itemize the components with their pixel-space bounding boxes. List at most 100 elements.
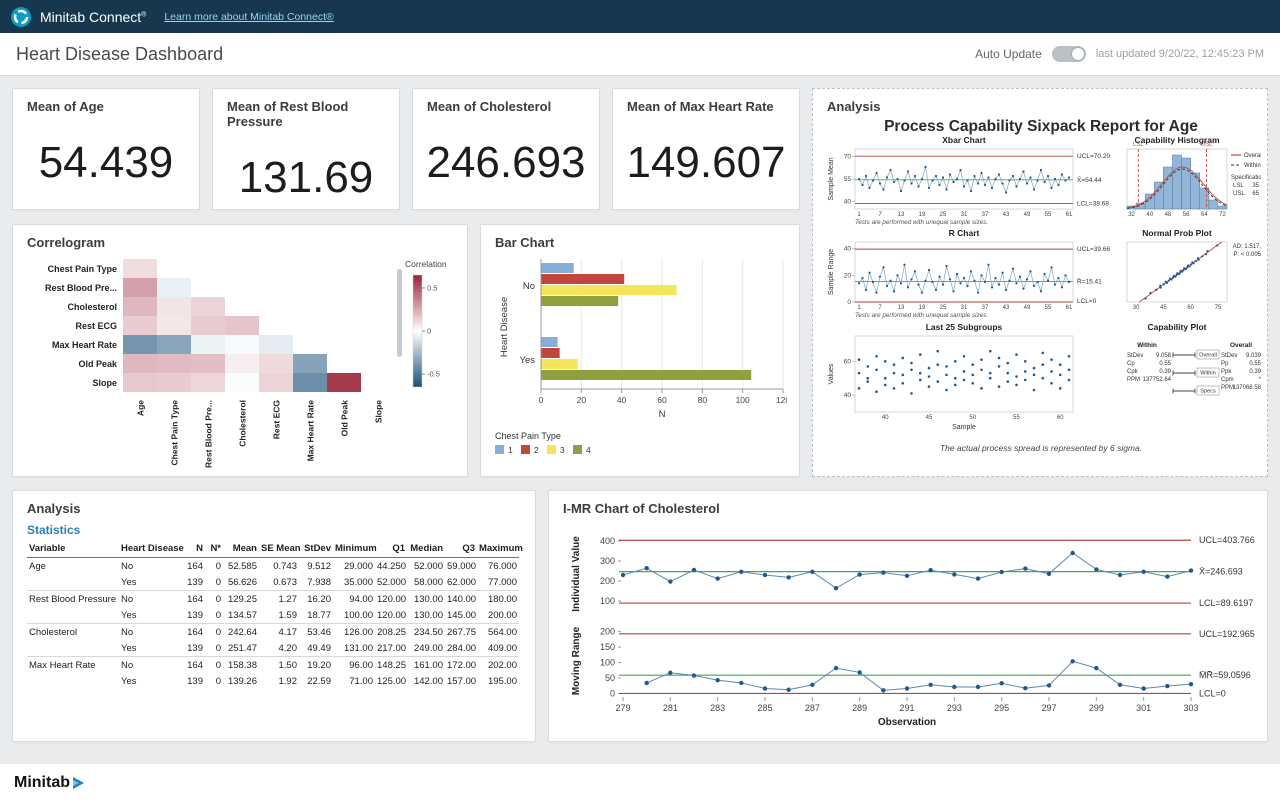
data-point[interactable] (715, 576, 719, 580)
data-point[interactable] (786, 575, 790, 579)
correlogram-cell[interactable] (191, 354, 225, 373)
bar-segment[interactable] (542, 337, 558, 347)
data-point[interactable] (999, 570, 1003, 574)
statistics-heading[interactable]: Statistics (27, 523, 80, 537)
data-point[interactable] (834, 586, 838, 590)
correlogram-cell[interactable] (259, 373, 293, 392)
bar-segment[interactable] (542, 296, 619, 306)
correlogram-cell[interactable] (123, 259, 157, 278)
data-point[interactable] (976, 576, 980, 580)
correlogram-cell[interactable] (123, 297, 157, 316)
correlogram-card: Correlogram Chest Pain TypeRest Blood Pr… (12, 224, 468, 477)
correlogram-cell[interactable] (191, 335, 225, 354)
correlogram-cell[interactable] (259, 335, 293, 354)
bar-segment[interactable] (542, 370, 752, 380)
data-point[interactable] (1118, 573, 1122, 577)
correlogram-cell[interactable] (157, 278, 191, 297)
correlogram-cell[interactable] (157, 354, 191, 373)
correlogram-cell[interactable] (157, 335, 191, 354)
data-point[interactable] (1047, 572, 1051, 576)
auto-update-toggle[interactable] (1052, 46, 1086, 62)
data-point[interactable] (692, 673, 696, 677)
data-point[interactable] (763, 573, 767, 577)
data-point[interactable] (692, 568, 696, 572)
data-point[interactable] (786, 688, 790, 692)
data-point[interactable] (1070, 659, 1074, 663)
data-point[interactable] (1189, 568, 1193, 572)
learn-more-link[interactable]: Learn more about Minitab Connect® (164, 11, 333, 23)
data-point[interactable] (644, 566, 648, 570)
data-point[interactable] (715, 678, 719, 682)
data-point[interactable] (999, 681, 1003, 685)
correlogram-cell[interactable] (191, 297, 225, 316)
data-point[interactable] (881, 688, 885, 692)
stats-cell: 100.00 (333, 607, 375, 624)
data-point[interactable] (810, 683, 814, 687)
data-point[interactable] (1047, 683, 1051, 687)
data-point[interactable] (668, 579, 672, 583)
data-point[interactable] (976, 685, 980, 689)
correlogram-cell[interactable] (225, 354, 259, 373)
correlogram-cell[interactable] (225, 373, 259, 392)
data-point[interactable] (739, 681, 743, 685)
data-point[interactable] (928, 683, 932, 687)
correlogram-cell[interactable] (191, 316, 225, 335)
correlogram-cell[interactable] (157, 297, 191, 316)
correlogram-cell[interactable] (123, 373, 157, 392)
data-point[interactable] (1070, 551, 1074, 555)
correlogram-cell[interactable] (123, 316, 157, 335)
bar-segment[interactable] (542, 274, 625, 284)
data-point[interactable] (952, 572, 956, 576)
data-point[interactable] (1023, 686, 1027, 690)
data-point[interactable] (1118, 683, 1122, 687)
data-point[interactable] (1189, 682, 1193, 686)
correlogram-cell[interactable] (259, 354, 293, 373)
data-point[interactable] (739, 570, 743, 574)
data-point[interactable] (1094, 666, 1098, 670)
correlogram-cell[interactable] (293, 354, 327, 373)
correlogram-cell[interactable] (225, 316, 259, 335)
data-point[interactable] (834, 666, 838, 670)
svg-text:No: No (523, 281, 535, 292)
correlogram-cell[interactable] (123, 278, 157, 297)
data-point[interactable] (857, 572, 861, 576)
data-point[interactable] (905, 686, 909, 690)
correlogram-cell[interactable] (327, 373, 361, 392)
data-point[interactable] (857, 670, 861, 674)
data-point[interactable] (621, 573, 625, 577)
correlogram-cell[interactable] (225, 335, 259, 354)
svg-text:Individual Value: Individual Value (571, 536, 582, 612)
data-point[interactable] (1165, 684, 1169, 688)
data-point[interactable] (928, 568, 932, 572)
bar-segment[interactable] (542, 348, 560, 358)
data-point[interactable] (881, 570, 885, 574)
correlogram-cell[interactable] (293, 373, 327, 392)
stats-cell: 0 (205, 558, 223, 575)
data-point[interactable] (668, 671, 672, 675)
data-point[interactable] (810, 570, 814, 574)
correlogram-cell[interactable] (157, 373, 191, 392)
data-point[interactable] (905, 574, 909, 578)
bar-segment[interactable] (542, 285, 677, 295)
bar-segment[interactable] (542, 359, 578, 369)
data-point[interactable] (644, 681, 648, 685)
stats-cell: 62.000 (445, 574, 477, 591)
data-point[interactable] (763, 686, 767, 690)
data-point[interactable] (1141, 570, 1145, 574)
bar-segment[interactable] (542, 263, 574, 273)
correlogram-cell[interactable] (157, 316, 191, 335)
correlogram-cell[interactable] (123, 335, 157, 354)
svg-text:287: 287 (805, 703, 820, 713)
svg-text:35: 35 (1252, 183, 1259, 189)
data-point[interactable] (952, 685, 956, 689)
data-point[interactable] (1165, 574, 1169, 578)
svg-text:Yes: Yes (520, 355, 536, 366)
kpi-title: Mean of Age (13, 89, 199, 114)
data-point[interactable] (1094, 567, 1098, 571)
correlogram-scrollbar[interactable] (397, 269, 402, 357)
correlogram-cell[interactable] (191, 373, 225, 392)
svg-text:0.39: 0.39 (1249, 369, 1261, 375)
data-point[interactable] (1023, 566, 1027, 570)
data-point[interactable] (1141, 686, 1145, 690)
correlogram-cell[interactable] (123, 354, 157, 373)
